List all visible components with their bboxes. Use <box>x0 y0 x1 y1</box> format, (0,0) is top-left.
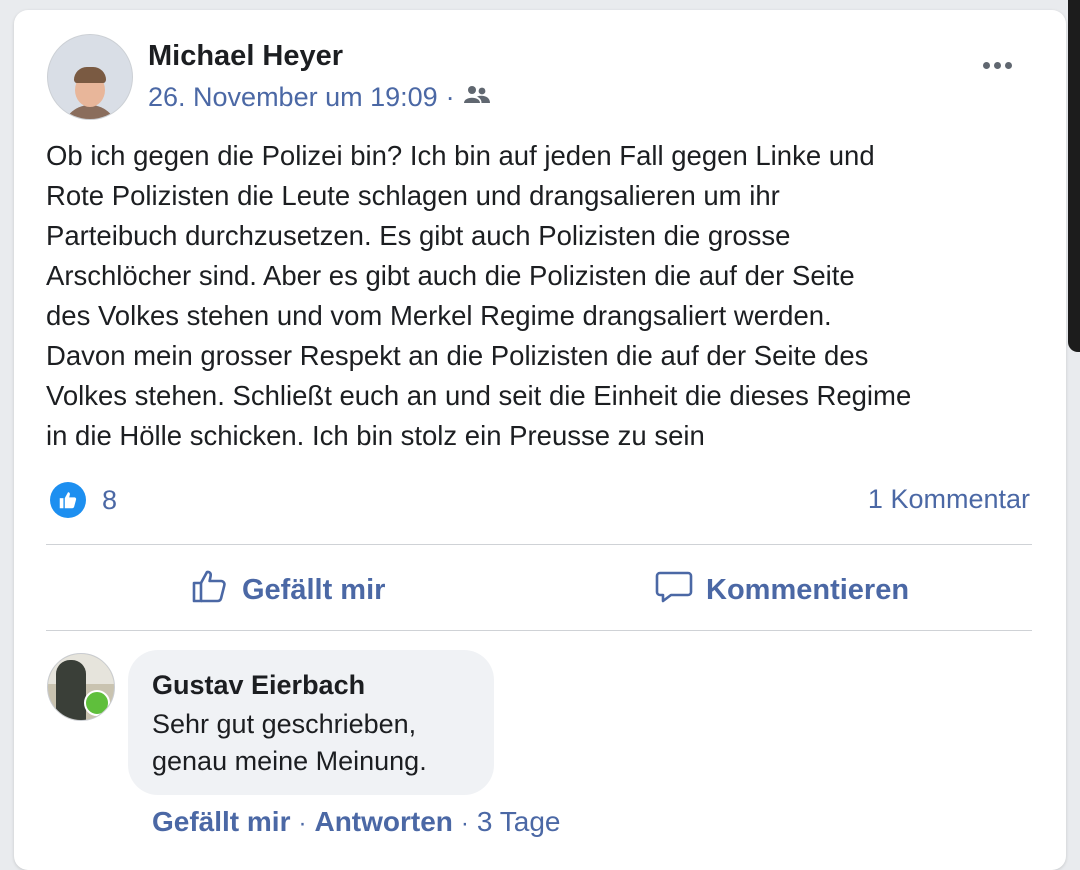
comment-author-name[interactable]: Gustav Eierbach <box>152 670 365 701</box>
comment-button[interactable]: Kommentieren <box>654 566 909 614</box>
thumbs-up-icon <box>190 566 230 614</box>
comment-separator: · <box>460 810 469 837</box>
comment-actions: Gefällt mir · Antworten · 3 Tage <box>152 806 560 838</box>
post-card: Michael Heyer 26. November um 19:09 · Ob… <box>14 10 1066 870</box>
commenter-avatar[interactable] <box>47 653 115 721</box>
divider-bottom <box>46 630 1032 631</box>
comment-age[interactable]: 3 Tage <box>477 806 561 838</box>
comment-text: Sehr gut geschrieben, genau meine Meinun… <box>152 709 427 776</box>
comment-bubble-icon <box>654 566 694 614</box>
post-meta: 26. November um 19:09 · <box>148 82 491 113</box>
meta-separator: · <box>445 82 455 112</box>
more-options-icon[interactable] <box>983 62 1012 69</box>
divider-top <box>46 544 1032 545</box>
comment-reply-link[interactable]: Antworten <box>314 806 452 838</box>
like-button-label: Gefällt mir <box>242 573 386 606</box>
window-edge <box>1068 0 1080 352</box>
post-body-text: Ob ich gegen die Polizei bin? Ich bin au… <box>46 140 912 451</box>
reactions-summary[interactable]: 8 <box>50 482 117 518</box>
post-timestamp[interactable]: 26. November um 19:09 <box>148 82 438 113</box>
comment-like-link[interactable]: Gefällt mir <box>152 806 290 838</box>
comment-button-label: Kommentieren <box>706 573 910 606</box>
comment-bubble: Gustav Eierbach Sehr gut geschrieben, ge… <box>128 650 494 795</box>
like-button[interactable]: Gefällt mir <box>190 566 385 614</box>
friends-icon[interactable] <box>463 82 491 113</box>
author-avatar[interactable] <box>47 34 133 120</box>
comment-count-link[interactable]: 1 Kommentar <box>868 484 1030 515</box>
like-count[interactable]: 8 <box>102 485 117 516</box>
comment-separator: · <box>298 810 307 837</box>
post-author-name[interactable]: Michael Heyer <box>148 40 343 73</box>
like-reaction-icon <box>50 482 86 518</box>
